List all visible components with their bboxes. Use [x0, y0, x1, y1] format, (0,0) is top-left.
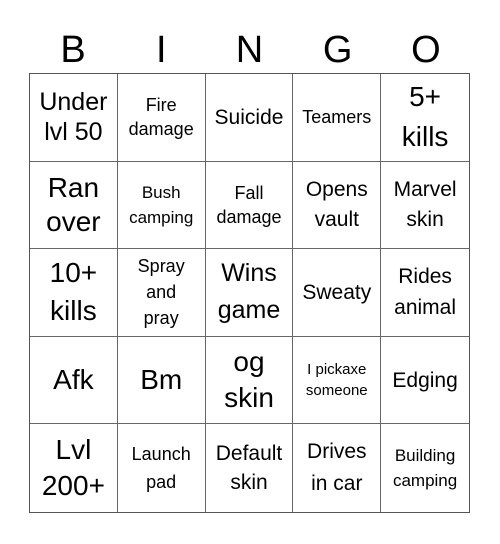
bingo-cell[interactable]: Teamers [293, 74, 382, 162]
bingo-cell[interactable]: Fire damage [117, 74, 206, 162]
bingo-cell[interactable]: 10+ kills [30, 249, 118, 337]
bingo-cell[interactable]: Ran over [30, 161, 118, 250]
bingo-cell[interactable]: Fall damage [205, 161, 294, 250]
bingo-cell[interactable]: Edging [381, 337, 469, 425]
bingo-cell[interactable]: Bush camping [117, 161, 206, 250]
bingo-cell[interactable]: I pickaxe someone [293, 336, 382, 425]
bingo-cell[interactable]: 5+ kills [381, 74, 469, 162]
bingo-cell[interactable]: Wins game [205, 249, 294, 337]
bingo-cell[interactable]: Default skin [206, 424, 294, 512]
bingo-cell[interactable]: Marvel skin [381, 162, 469, 250]
bingo-cell[interactable]: Lvl 200+ [30, 424, 118, 512]
bingo-cell[interactable]: Suicide [205, 74, 294, 162]
bingo-cell[interactable]: Under lvl 50 [30, 74, 118, 162]
bingo-cell[interactable]: Spray and pray [117, 249, 206, 337]
header-letter-o: O [411, 29, 441, 71]
bingo-cell[interactable]: Opens vault [293, 161, 382, 250]
bingo-cell[interactable]: Bm [117, 336, 206, 425]
bingo-cell[interactable]: Building camping [381, 424, 469, 512]
bingo-cell[interactable]: og skin [205, 336, 294, 425]
header-letter-b: B [60, 29, 86, 71]
header-letter-n: N [235, 29, 264, 71]
bingo-header: B I N G O [29, 28, 470, 72]
header-letter-i: I [156, 29, 167, 71]
bingo-grid: Under lvl 50 Fire damage Suicide Teamers… [29, 73, 470, 513]
bingo-cell[interactable]: Afk [30, 336, 118, 425]
header-letter-g: G [322, 29, 353, 71]
bingo-cell[interactable]: Sweaty [293, 249, 382, 337]
bingo-cell[interactable]: Rides animal [381, 249, 469, 337]
bingo-cell[interactable]: Launch pad [118, 424, 206, 512]
bingo-cell[interactable]: Drives in car [293, 424, 382, 512]
